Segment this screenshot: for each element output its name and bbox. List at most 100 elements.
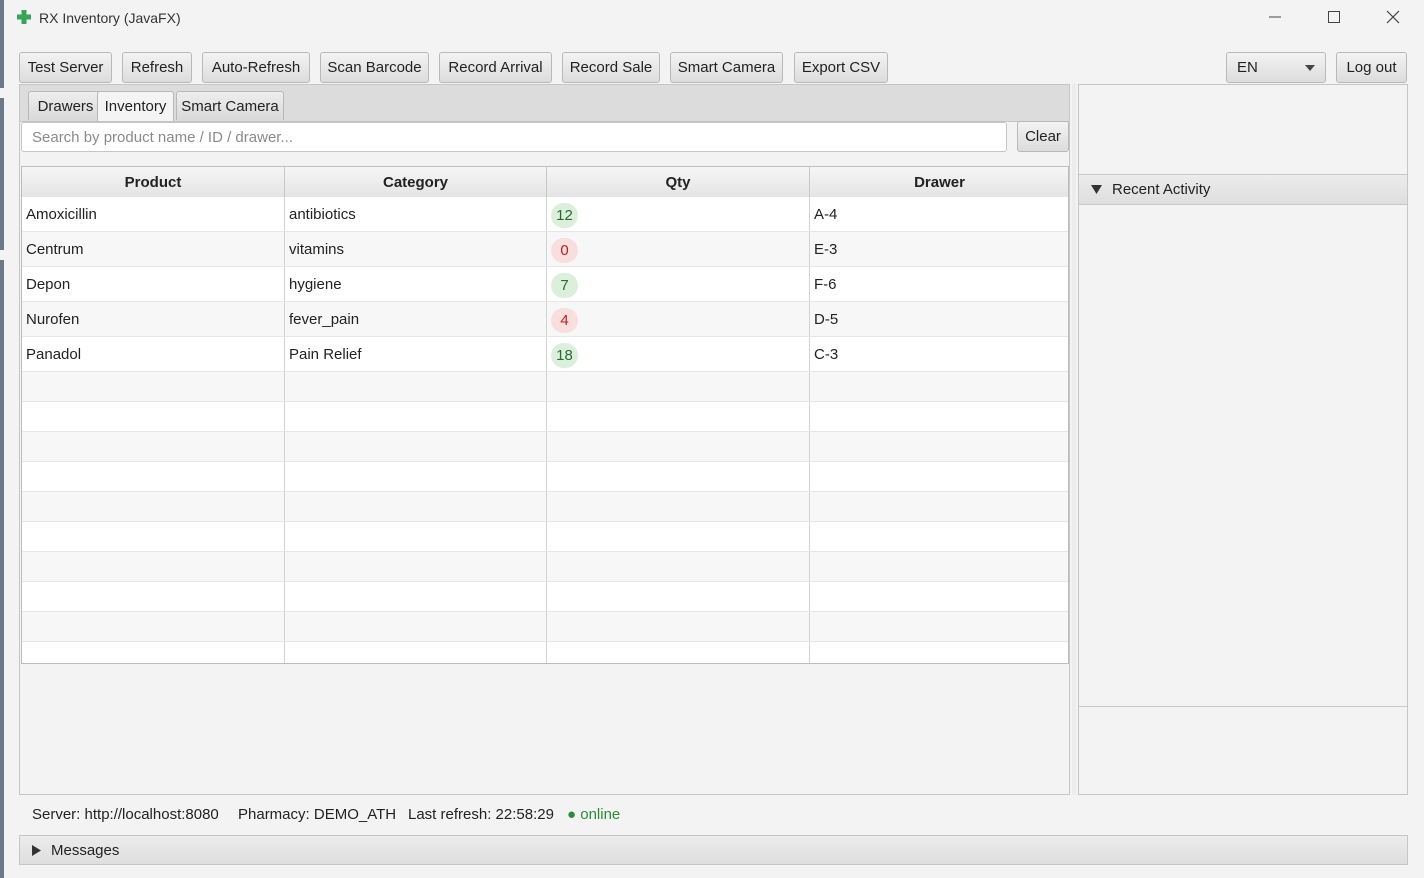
refresh-button[interactable]: Refresh (122, 52, 192, 83)
smart-camera-button[interactable]: Smart Camera (670, 52, 783, 83)
empty-table-row (22, 582, 1068, 612)
background-window-edge (0, 0, 4, 878)
empty-cell (22, 432, 285, 461)
auto-refresh-button[interactable]: Auto-Refresh (202, 52, 310, 83)
empty-cell (285, 402, 547, 431)
empty-cell (547, 402, 810, 431)
empty-cell (547, 642, 810, 663)
cell-drawer: A-4 (810, 197, 1068, 231)
empty-cell (22, 642, 285, 663)
cell-category: hygiene (285, 267, 547, 301)
qty-badge: 4 (551, 308, 578, 333)
qty-badge: 12 (551, 203, 578, 228)
export-csv-button[interactable]: Export CSV (794, 52, 888, 83)
pharmacy-status: Pharmacy: DEMO_ATH (238, 806, 397, 823)
column-header-category[interactable]: Category (285, 167, 547, 197)
empty-table-row (22, 462, 1068, 492)
cell-drawer: D-5 (810, 302, 1068, 336)
empty-cell (285, 372, 547, 401)
cell-drawer: C-3 (810, 337, 1068, 371)
language-select[interactable]: EN (1226, 52, 1326, 83)
maximize-button[interactable] (1305, 0, 1363, 34)
column-header-qty[interactable]: Qty (547, 167, 810, 197)
empty-cell (810, 462, 1068, 491)
cell-product: Depon (22, 267, 285, 301)
inventory-table: Product Category Qty Drawer Amoxicillin a… (21, 166, 1069, 664)
tab-drawers[interactable]: Drawers (28, 91, 103, 120)
expanded-triangle-icon (1091, 185, 1102, 194)
empty-cell (285, 582, 547, 611)
table-row[interactable]: Nurofen fever_pain 4 D-5 (22, 302, 1068, 337)
table-row[interactable]: Amoxicillin antibiotics 12 A-4 (22, 197, 1068, 232)
empty-cell (810, 612, 1068, 641)
empty-cell (547, 372, 810, 401)
empty-cell (22, 462, 285, 491)
tab-smart-camera[interactable]: Smart Camera (176, 91, 284, 120)
table-row[interactable]: Panadol Pain Relief 18 C-3 (22, 337, 1068, 372)
minimize-icon (1269, 16, 1281, 18)
scan-barcode-button[interactable]: Scan Barcode (320, 52, 429, 83)
empty-table-row (22, 642, 1068, 663)
empty-cell (547, 432, 810, 461)
window-title: RX Inventory (JavaFX) (39, 10, 181, 26)
empty-cell (22, 522, 285, 551)
cell-drawer: F-6 (810, 267, 1068, 301)
column-header-drawer[interactable]: Drawer (810, 167, 1068, 197)
chevron-down-icon (1305, 65, 1315, 71)
empty-cell (547, 522, 810, 551)
empty-table-row (22, 552, 1068, 582)
tab-inventory[interactable]: Inventory (97, 91, 174, 121)
test-server-button[interactable]: Test Server (19, 52, 112, 83)
empty-cell (285, 642, 547, 663)
cell-product: Panadol (22, 337, 285, 371)
cell-qty: 0 (547, 232, 810, 266)
empty-cell (285, 462, 547, 491)
empty-cell (547, 552, 810, 581)
empty-cell (22, 402, 285, 431)
empty-cell (810, 642, 1068, 663)
minimize-button[interactable] (1246, 0, 1304, 34)
empty-table-row (22, 492, 1068, 522)
last-refresh-status: Last refresh: 22:58:29 (408, 806, 554, 823)
qty-badge: 7 (551, 273, 578, 298)
inventory-panel: Drawers Inventory Smart Camera Clear Pro… (19, 84, 1070, 795)
close-button[interactable] (1364, 0, 1422, 34)
empty-cell (547, 462, 810, 491)
empty-cell (22, 582, 285, 611)
green-cross-icon (17, 10, 31, 24)
table-row[interactable]: Depon hygiene 7 F-6 (22, 267, 1068, 302)
empty-cell (285, 522, 547, 551)
cell-product: Amoxicillin (22, 197, 285, 231)
table-row[interactable]: Centrum vitamins 0 E-3 (22, 232, 1068, 267)
empty-cell (547, 582, 810, 611)
empty-cell (22, 372, 285, 401)
messages-header[interactable]: Messages (19, 835, 1408, 865)
empty-cell (810, 372, 1068, 401)
close-icon (1386, 10, 1400, 24)
logout-button[interactable]: Log out (1336, 52, 1407, 83)
column-header-product[interactable]: Product (22, 167, 285, 197)
collapsed-triangle-icon (32, 844, 41, 856)
cell-qty: 18 (547, 337, 810, 371)
record-arrival-button[interactable]: Record Arrival (439, 52, 552, 83)
empty-table-row (22, 522, 1068, 552)
cell-category: vitamins (285, 232, 547, 266)
split-pane-divider[interactable] (1072, 84, 1076, 795)
server-status: Server: http://localhost:8080 (32, 806, 219, 823)
record-sale-button[interactable]: Record Sale (562, 52, 660, 83)
empty-cell (285, 432, 547, 461)
search-input[interactable] (21, 122, 1007, 152)
cell-qty: 4 (547, 302, 810, 336)
cell-qty: 12 (547, 197, 810, 231)
cell-category: Pain Relief (285, 337, 547, 371)
empty-cell (810, 492, 1068, 521)
clear-search-button[interactable]: Clear (1017, 121, 1069, 152)
empty-table-row (22, 432, 1068, 462)
qty-badge: 0 (551, 238, 578, 263)
title-bar: RX Inventory (JavaFX) (4, 0, 1424, 36)
recent-activity-title: Recent Activity (1112, 181, 1211, 198)
cell-category: antibiotics (285, 197, 547, 231)
empty-table-row (22, 612, 1068, 642)
empty-cell (285, 492, 547, 521)
recent-activity-header[interactable]: Recent Activity (1079, 174, 1407, 205)
